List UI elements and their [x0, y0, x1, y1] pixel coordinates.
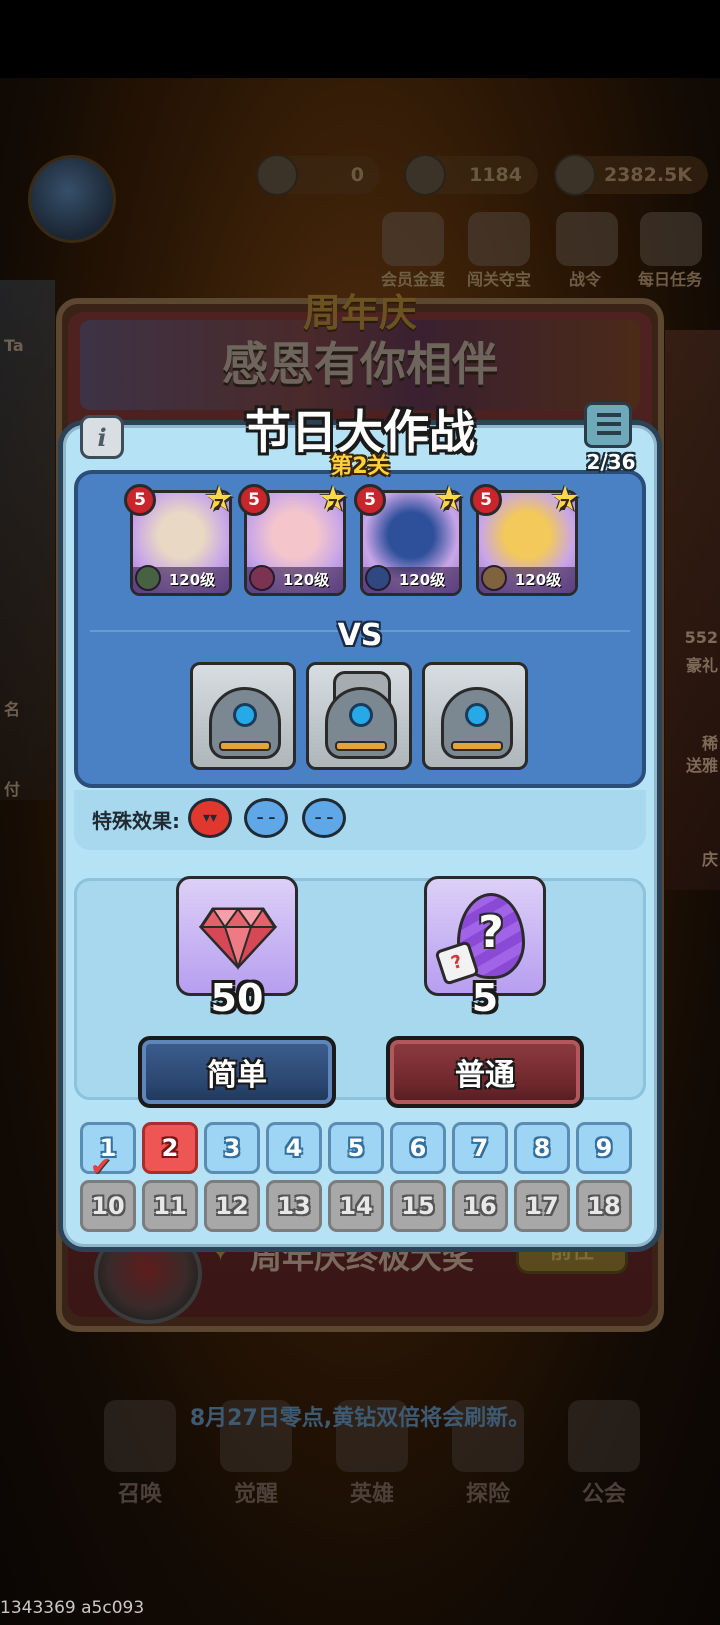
star-icon: ★ 7: [316, 482, 350, 516]
normal-difficulty-button[interactable]: 普通: [386, 1036, 584, 1108]
ruby-gem-icon: [199, 907, 277, 971]
stage-cell-5[interactable]: 5: [328, 1122, 384, 1174]
stage-cell-8[interactable]: 8: [514, 1122, 570, 1174]
stage-cell-13[interactable]: 13: [266, 1180, 322, 1232]
stage-cell-3[interactable]: 3: [204, 1122, 260, 1174]
stage-progress: 2/36: [586, 450, 636, 474]
stage-cell-9[interactable]: 9: [576, 1122, 632, 1174]
stage-cell-6[interactable]: 6: [390, 1122, 446, 1174]
refresh-notice: 8月27日零点,黄钻双倍将会刷新。: [189, 1406, 531, 1431]
hero-rank-badge: 5: [124, 484, 156, 516]
stage-cell-14[interactable]: 14: [328, 1180, 384, 1232]
stage-cell-4[interactable]: 4: [266, 1122, 322, 1174]
hero-rank-badge: 5: [238, 484, 270, 516]
frown-face-icon[interactable]: – –: [244, 798, 288, 838]
left-side-text-2: 名: [4, 700, 21, 719]
egg-reward-count: 5: [471, 976, 499, 1020]
hero-star-count: 7: [213, 496, 225, 514]
currency-gem: 1184: [404, 154, 538, 196]
enemy-card[interactable]: [190, 662, 296, 770]
robot-belt: [219, 741, 271, 751]
daily-task-icon: [640, 212, 702, 266]
hero-level: 120级: [133, 567, 229, 593]
stage-cell-2[interactable]: 2: [142, 1122, 198, 1174]
question-mark-icon: ?: [478, 907, 504, 958]
robot-eye-icon: [233, 703, 257, 727]
vip-egg-icon: [382, 212, 444, 266]
gem-reward-count: 50: [210, 976, 264, 1020]
demon-face-icon[interactable]: ▾▾: [188, 798, 232, 838]
right-side-text-3: 稀: [701, 734, 718, 753]
hero-star-count: 7: [443, 496, 455, 514]
hero-level: 120级: [247, 567, 343, 593]
vs-label: VS: [337, 618, 383, 653]
stage-cell-18[interactable]: 18: [576, 1180, 632, 1232]
stage-cell-15[interactable]: 15: [390, 1180, 446, 1232]
right-side-text-5: 庆: [701, 850, 718, 869]
star-icon: ★ 7: [202, 482, 236, 516]
info-icon: i: [97, 422, 107, 452]
robot-belt: [451, 741, 503, 751]
stage-cell-17[interactable]: 17: [514, 1180, 570, 1232]
status-bar: [0, 0, 720, 78]
robot-eye-icon: [465, 703, 489, 727]
diamond-icon: [256, 154, 298, 196]
star-icon: ★ 7: [432, 482, 466, 516]
hero-rank-badge: 5: [470, 484, 502, 516]
robot-eye-icon: [349, 703, 373, 727]
right-side-text-2: 豪礼: [685, 656, 718, 675]
anniversary-subtitle: 感恩有你相伴: [222, 337, 498, 391]
player-avatar: [28, 155, 116, 243]
hero-star-count: 7: [327, 496, 339, 514]
left-side-text-3: 付: [4, 780, 21, 799]
completed-check-icon: ✔: [90, 1152, 112, 1182]
enemy-card[interactable]: [306, 662, 412, 770]
hero-rank-badge: 5: [354, 484, 386, 516]
hero-level: 120级: [363, 567, 459, 593]
treasure-icon: [468, 212, 530, 266]
stage-cell-16[interactable]: 16: [452, 1180, 508, 1232]
stage-cell-12[interactable]: 12: [204, 1180, 260, 1232]
star-icon: ★ 7: [548, 482, 582, 516]
stage-cell-11[interactable]: 11: [142, 1180, 198, 1232]
battle-pass-icon: [556, 212, 618, 266]
book-icon: [584, 402, 632, 448]
gem-icon: [404, 154, 446, 196]
currency-diamond: 0: [256, 154, 380, 196]
info-button[interactable]: i: [80, 415, 124, 459]
stage-cell-7[interactable]: 7: [452, 1122, 508, 1174]
robot-belt: [335, 741, 387, 751]
hero-level: 120级: [479, 567, 575, 593]
currency-gold: 2382.5K: [554, 154, 708, 196]
special-effects-label: 特殊效果:: [92, 809, 180, 833]
easy-difficulty-button[interactable]: 简单: [138, 1036, 336, 1108]
frown-face-icon[interactable]: – –: [302, 798, 346, 838]
hero-star-count: 7: [559, 496, 571, 514]
gold-icon: [554, 154, 596, 196]
stage-record-button[interactable]: [578, 402, 638, 454]
stage-cell-10[interactable]: 10: [80, 1180, 136, 1232]
enemy-card[interactable]: [422, 662, 528, 770]
build-id: 1343369 a5c093: [0, 1598, 145, 1618]
right-side-text-4: 送雅: [685, 756, 718, 775]
